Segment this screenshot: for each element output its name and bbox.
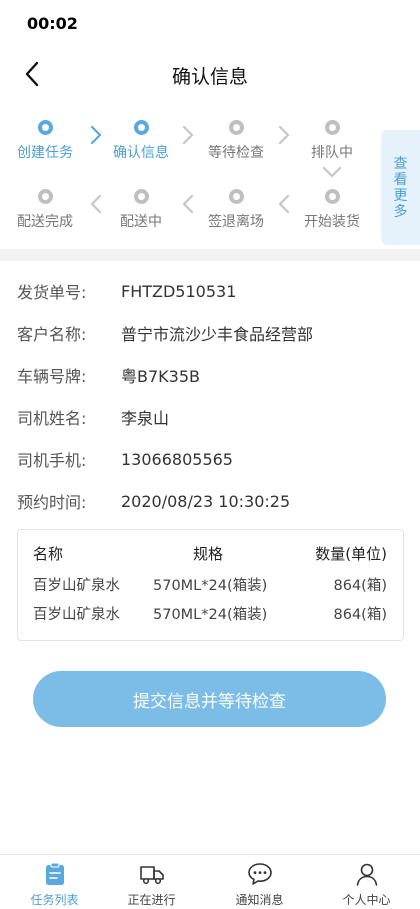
step-start-loading: 开始装货 [292, 185, 372, 231]
info-label: 客户名称: [17, 325, 87, 344]
cell-name: 百岁山矿泉水 [33, 578, 120, 594]
step-confirm-info: 确认信息 [101, 116, 181, 162]
info-row-driver-phone: 司机手机: 13066805565 [17, 438, 407, 480]
cell-quantity: 864(箱) [333, 607, 388, 623]
info-value: 2020/08/23 10:30:25 [121, 491, 291, 511]
info-value: 李泉山 [121, 409, 170, 428]
cell-spec: 570ML*24(箱装) [153, 578, 268, 594]
step-label: 配送中 [120, 214, 162, 230]
info-value: FHTZD510531 [121, 281, 237, 301]
step-label: 签退离场 [208, 214, 264, 230]
view-more-button[interactable]: 查看更多 [381, 130, 420, 245]
tab-in-progress[interactable]: 正在进行 [99, 861, 204, 908]
step-label: 等待检查 [208, 145, 264, 161]
view-more-char: 多 [393, 203, 408, 220]
view-more-label: 查看更多 [394, 156, 408, 220]
shipment-info: 发货单号: FHTZD510531 客户名称: 普宁市流沙少丰食品经营部 车辆号… [17, 270, 407, 522]
step-create-task: 创建任务 [5, 116, 85, 162]
message-icon [247, 863, 272, 885]
chevron-right-icon [278, 125, 290, 145]
info-row-customer: 客户名称: 普宁市流沙少丰食品经营部 [17, 312, 407, 354]
info-row-order-no: 发货单号: FHTZD510531 [17, 270, 407, 312]
info-value: 13066805565 [121, 449, 233, 469]
column-header-spec: 规格 [192, 545, 223, 563]
user-icon [356, 863, 377, 886]
page-title: 确认信息 [171, 66, 248, 88]
step-label: 排队中 [311, 145, 353, 161]
tab-profile[interactable]: 个人中心 [314, 861, 419, 908]
nav-bar: 确认信息 [0, 50, 420, 100]
submit-button[interactable]: 提交信息并等待检查 [33, 671, 386, 727]
chevron-left-icon [278, 194, 290, 214]
tab-task-list[interactable]: 任务列表 [2, 861, 107, 908]
column-header-quantity: 数量(单位) [315, 545, 387, 563]
step-queuing: 排队中 [292, 116, 372, 162]
info-label: 发货单号: [17, 283, 87, 302]
step-dot [37, 188, 53, 204]
step-dot [324, 188, 340, 204]
step-wait-check: 等待检查 [196, 116, 276, 162]
step-delivering: 配送中 [101, 185, 181, 231]
step-dot [133, 188, 149, 204]
chevron-right-icon [182, 125, 194, 145]
info-value: 粤B7K35B [121, 367, 200, 386]
chevron-left-icon [182, 194, 194, 214]
clipboard-icon [45, 862, 64, 885]
tab-notifications[interactable]: 通知消息 [207, 861, 312, 908]
status-bar: 00:02 [0, 0, 420, 50]
tab-label: 任务列表 [30, 893, 79, 907]
bottom-tab-bar: 任务列表 正在进行 通知消息 个人中心 [0, 854, 420, 909]
view-more-char: 看 [393, 171, 408, 188]
info-row-plate: 车辆号牌: 粤B7K35B [17, 354, 407, 396]
step-dot [133, 119, 149, 135]
info-label: 司机姓名: [17, 409, 87, 428]
cell-name: 百岁山矿泉水 [33, 607, 120, 623]
view-more-char: 更 [393, 187, 408, 204]
step-delivery-complete: 配送完成 [5, 185, 85, 231]
table-row: 百岁山矿泉水 570ML*24(箱装) 864(箱) [18, 603, 403, 627]
table-row: 百岁山矿泉水 570ML*24(箱装) 864(箱) [18, 574, 403, 598]
goods-table: 名称 规格 数量(单位) 百岁山矿泉水 570ML*24(箱装) 864(箱) … [17, 529, 404, 641]
section-divider [0, 249, 420, 261]
info-row-driver-name: 司机姓名: 李泉山 [17, 396, 407, 438]
truck-icon [139, 866, 164, 885]
step-sign-out: 签退离场 [196, 185, 276, 231]
cell-quantity: 864(箱) [333, 578, 388, 594]
step-label: 配送完成 [17, 214, 73, 230]
tab-label: 正在进行 [127, 893, 176, 907]
info-label: 预约时间: [17, 493, 87, 512]
tab-label: 通知消息 [235, 893, 284, 907]
step-dot [228, 188, 244, 204]
info-value: 普宁市流沙少丰食品经营部 [121, 325, 314, 344]
info-label: 司机手机: [17, 451, 87, 470]
chevron-down-icon [322, 166, 342, 178]
status-time: 00:02 [27, 14, 78, 33]
cell-spec: 570ML*24(箱装) [153, 607, 268, 623]
column-header-name: 名称 [33, 545, 64, 563]
table-header: 名称 规格 数量(单位) [18, 543, 403, 567]
step-label: 创建任务 [17, 145, 73, 161]
progress-steps: 创建任务 确认信息 等待检查 排队中 配送完成 配送中 签退离场 开始装货 [0, 108, 420, 240]
step-dot [37, 119, 53, 135]
info-label: 车辆号牌: [17, 367, 87, 386]
step-dot [324, 119, 340, 135]
view-more-char: 查 [393, 155, 408, 172]
step-dot [228, 119, 244, 135]
step-label: 开始装货 [304, 214, 360, 230]
tab-label: 个人中心 [342, 893, 391, 907]
info-row-appointment: 预约时间: 2020/08/23 10:30:25 [17, 480, 407, 522]
step-label: 确认信息 [113, 145, 169, 161]
